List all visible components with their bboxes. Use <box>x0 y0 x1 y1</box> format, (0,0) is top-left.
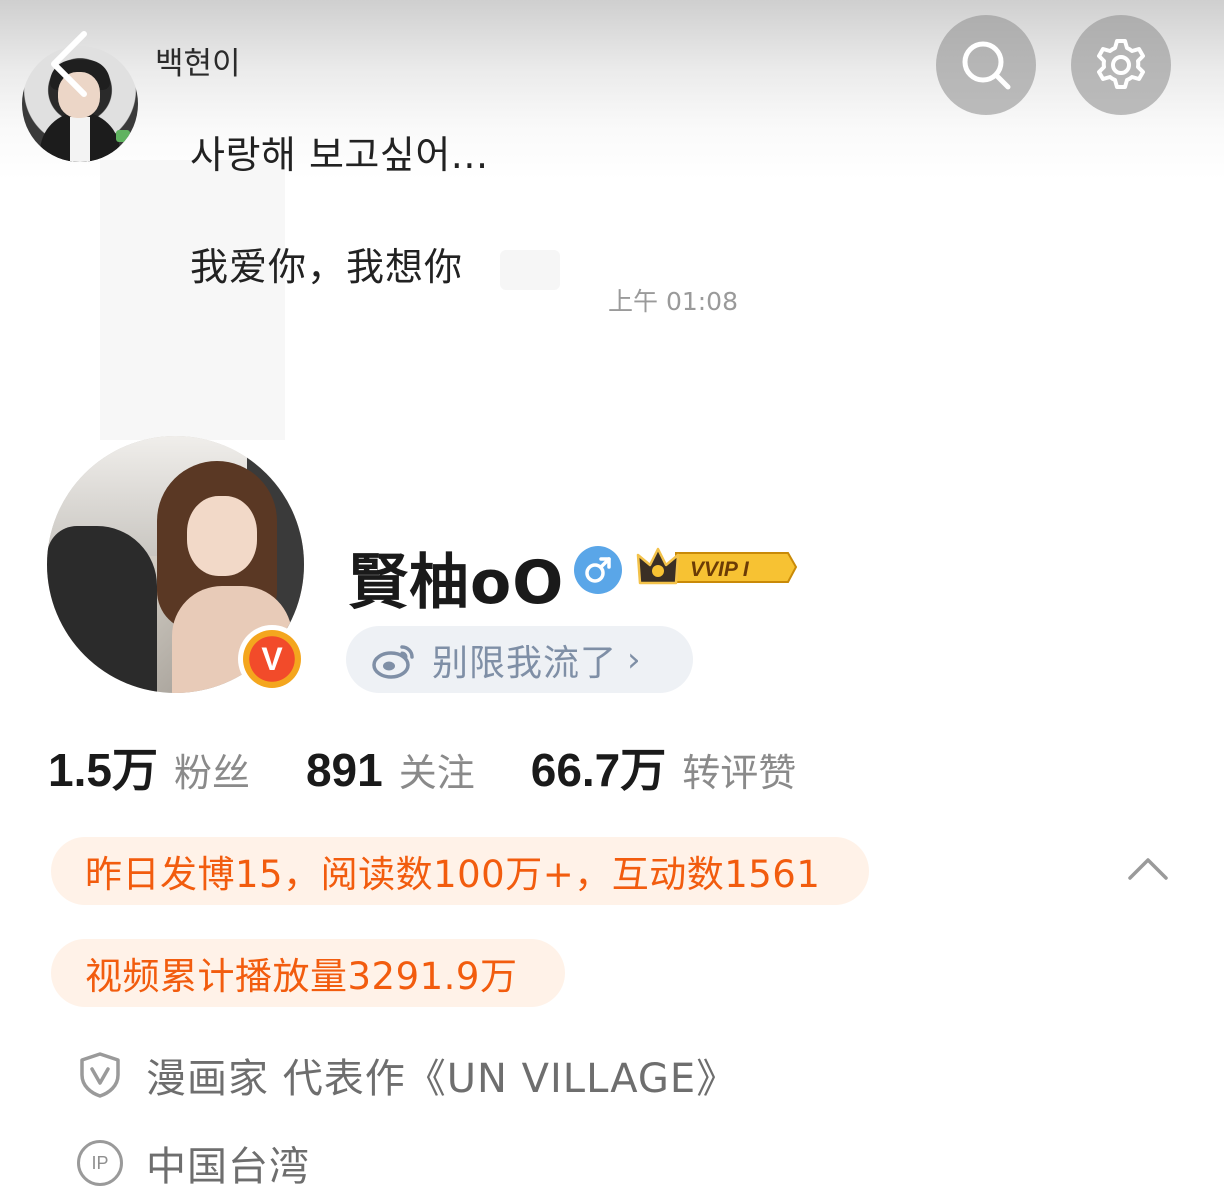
weibo-tag-label: 别限我流了 <box>432 642 618 684</box>
stat-followers[interactable]: 1.5万 粉丝 <box>48 734 250 800</box>
activity-highlight[interactable]: 昨日发博15，阅读数100万+，互动数1561 <box>51 837 869 905</box>
search-button[interactable] <box>936 15 1036 115</box>
username: 賢柚oO <box>348 548 565 618</box>
profile-cover[interactable]: 백현이 사랑해 보고싶어... 我爱你，我想你 上午 01:08 <box>0 0 1224 440</box>
crown-icon: VVIP I <box>636 547 798 585</box>
chat-timestamp: 上午 01:08 <box>608 287 738 316</box>
chevron-right-icon: › <box>627 639 641 680</box>
male-icon <box>574 546 622 594</box>
verified-badge-icon: V <box>238 625 306 693</box>
stat-value: 1.5万 <box>48 744 158 796</box>
ip-location-text: 中国台湾 <box>146 1144 310 1190</box>
weibo-tag-button[interactable]: 别限我流了 › <box>346 626 693 693</box>
video-highlight[interactable]: 视频累计播放量3291.9万 <box>51 939 565 1007</box>
chevron-up-icon[interactable] <box>1126 853 1170 883</box>
profile-stats: 1.5万 粉丝 891 关注 66.7万 转评赞 <box>48 734 852 800</box>
stat-value: 66.7万 <box>530 744 667 796</box>
chat-message-korean: 사랑해 보고싶어... <box>190 133 489 177</box>
stat-following[interactable]: 891 关注 <box>306 742 475 797</box>
ip-location-info: IP 中国台湾 <box>76 1134 310 1192</box>
stat-label: 关注 <box>398 751 475 795</box>
back-button[interactable] <box>40 28 100 98</box>
shield-icon <box>76 1051 124 1099</box>
vvip-badge[interactable]: VVIP I <box>636 545 798 590</box>
stat-label: 粉丝 <box>173 751 250 795</box>
chat-sender-name: 백현이 <box>155 46 241 82</box>
weibo-icon <box>372 644 414 679</box>
verification-info: 漫画家 代表作《UN VILLAGE》 <box>76 1046 737 1104</box>
cover-decoration <box>500 250 560 290</box>
gear-icon <box>1097 39 1145 89</box>
search-icon <box>962 41 1011 90</box>
chat-message-chinese: 我爱你，我想你 <box>190 245 464 289</box>
ip-icon: IP <box>76 1139 124 1187</box>
stat-engagements[interactable]: 66.7万 转评赞 <box>531 734 797 800</box>
stat-label: 转评赞 <box>682 751 797 795</box>
stat-value: 891 <box>305 744 383 796</box>
settings-button[interactable] <box>1071 15 1171 115</box>
vvip-label: VVIP I <box>690 558 750 581</box>
back-arrow-icon <box>51 31 87 97</box>
cover-decoration <box>100 160 285 440</box>
verification-text: 漫画家 代表作《UN VILLAGE》 <box>146 1056 738 1102</box>
